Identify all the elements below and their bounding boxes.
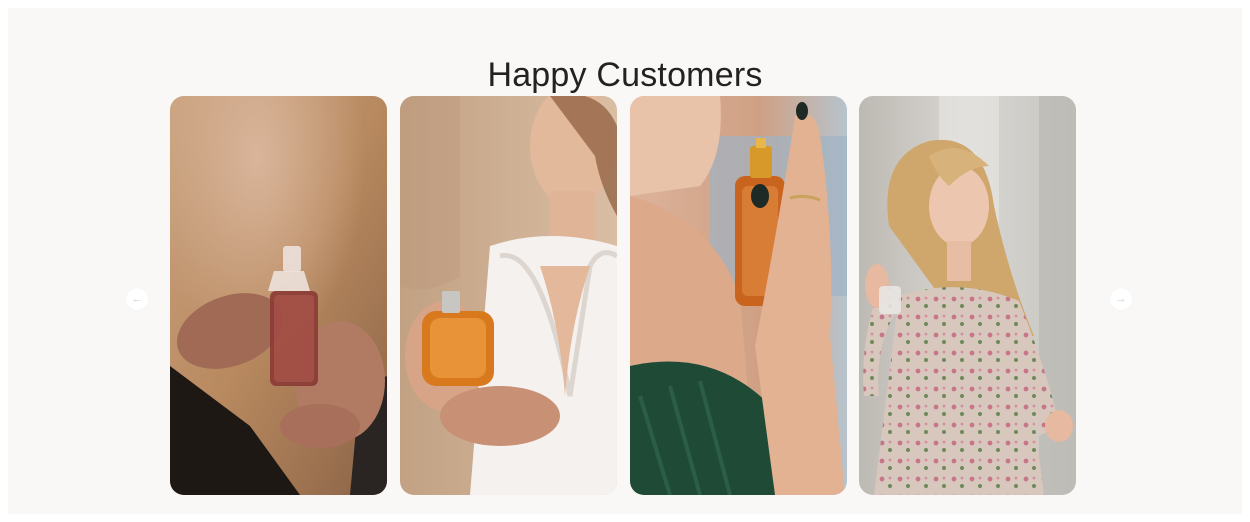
arrow-left-icon: ←: [131, 293, 143, 305]
customer-photo-2: [400, 96, 617, 495]
customer-photo-card-2[interactable]: [400, 96, 617, 495]
carousel-prev-button[interactable]: ←: [126, 288, 148, 310]
customer-photo-1: [170, 96, 387, 495]
customer-photo-card-3[interactable]: [630, 96, 847, 495]
arrow-right-icon: →: [1115, 293, 1127, 305]
customer-photo-4: [859, 96, 1076, 495]
happy-customers-section: Happy Customers ← →: [8, 8, 1242, 514]
carousel-next-button[interactable]: →: [1110, 288, 1132, 310]
customer-photo-card-1[interactable]: [170, 96, 387, 495]
section-title: Happy Customers: [487, 56, 763, 95]
customer-photo-3: [630, 96, 847, 495]
customer-photo-card-4[interactable]: [859, 96, 1076, 495]
